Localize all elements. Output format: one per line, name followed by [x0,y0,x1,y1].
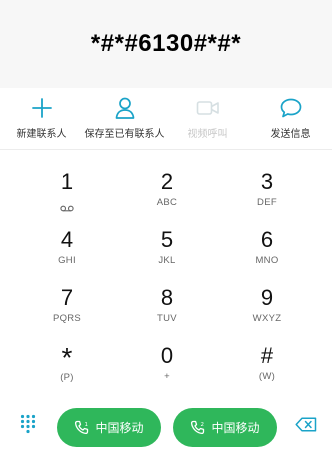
key-letters: GHI [58,255,76,266]
save-to-existing-contact-button[interactable]: 保存至已有联系人 [83,88,166,150]
key-letters: + [164,371,170,382]
key-letters: MNO [255,255,279,266]
key-1[interactable]: 1 [17,166,117,222]
key-4[interactable]: 4 GHI [17,224,117,280]
new-contact-label: 新建联系人 [16,129,67,140]
key-digit: 8 [160,285,174,310]
key-digit: 6 [260,227,274,252]
key-letters: PQRS [52,313,82,324]
key-digit: 9 [260,285,274,310]
key-digit: 7 [60,285,74,310]
video-call-button[interactable]: 视频呼叫 [166,88,249,150]
send-message-button[interactable]: 发送信息 [249,88,332,150]
call-sim1-label: 中国移动 [95,421,144,435]
plus-icon [29,96,55,120]
dialpad-grid-icon [20,414,36,439]
call-sim1-button[interactable]: 1 中国移动 [57,408,161,447]
key-7[interactable]: 7 PQRS [17,282,117,338]
call-sim2-label: 中国移动 [211,421,260,435]
key-letters: (P) [60,372,74,383]
video-camera-icon [195,96,221,120]
action-bar: 新建联系人 保存至已有联系人 视频呼叫 发送信息 [0,88,332,150]
person-icon [112,96,138,120]
save-to-existing-contact-label: 保存至已有联系人 [84,129,165,140]
key-digit: 0 [160,343,174,368]
delete-button[interactable] [293,417,319,437]
voicemail-icon [60,199,74,217]
key-2[interactable]: 2 ABC [117,166,217,222]
key-star[interactable]: * (P) [17,340,117,396]
call-sim2-button[interactable]: 2 中国移动 [173,408,277,447]
key-digit: * [61,342,73,373]
phone-sim2-icon: 2 [190,420,206,436]
key-letters: ABC [156,197,178,208]
key-digit: 1 [60,169,74,194]
key-5[interactable]: 5 JKL [117,224,217,280]
send-message-label: 发送信息 [270,129,311,140]
new-contact-button[interactable]: 新建联系人 [0,88,83,150]
svg-text:1: 1 [85,422,89,428]
message-bubble-icon [278,96,304,120]
key-digit: 5 [160,227,174,252]
key-letters: TUV [157,313,177,324]
key-digit: 4 [60,227,74,252]
key-6[interactable]: 6 MNO [217,224,317,280]
key-digit: # [260,343,274,368]
keypad-toggle-button[interactable] [14,411,42,441]
key-letters: WXYZ [252,313,282,324]
svg-text:2: 2 [201,422,205,428]
phone-sim1-icon: 1 [74,420,90,436]
call-bar: 1 中国移动 2 中国移动 [0,405,332,450]
backspace-icon [295,417,317,437]
key-letters: (W) [258,371,276,382]
video-call-label: 视频呼叫 [187,129,228,140]
key-9[interactable]: 9 WXYZ [217,282,317,338]
key-8[interactable]: 8 TUV [117,282,217,338]
key-digit: 2 [160,169,174,194]
key-letters: DEF [257,197,277,208]
number-display: *#*#6130#*#* [0,0,332,88]
key-hash[interactable]: # (W) [217,340,317,396]
key-digit: 3 [260,169,274,194]
dialed-number: *#*#6130#*#* [90,30,242,57]
key-0[interactable]: 0 + [117,340,217,396]
key-letters: JKL [158,255,176,266]
key-3[interactable]: 3 DEF [217,166,317,222]
